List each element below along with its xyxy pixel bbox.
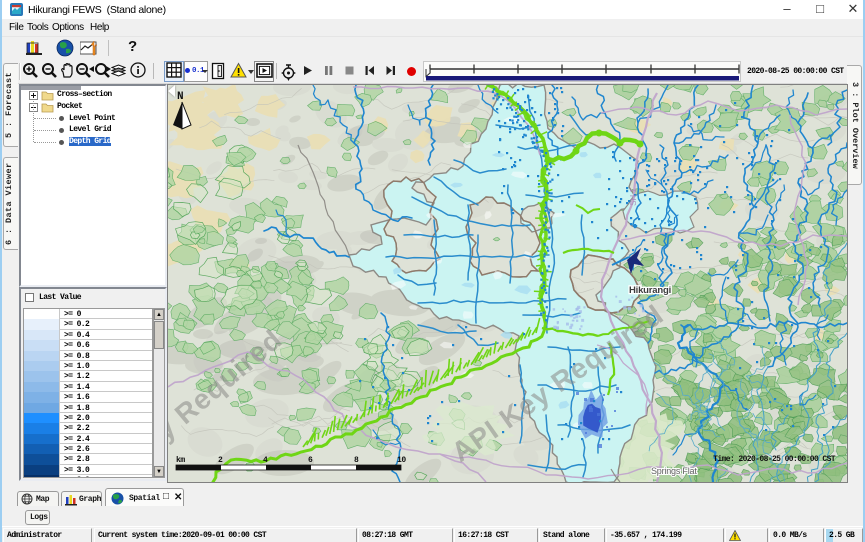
svg-text:km: km [176, 456, 185, 465]
svg-text:SH 1: SH 1 [629, 188, 638, 206]
svg-text:N: N [177, 91, 184, 103]
svg-text:8: 8 [354, 456, 359, 465]
svg-text:Time: 2020-08-25 00:00:00 CST: Time: 2020-08-25 00:00:00 CST [713, 455, 836, 464]
svg-text:Springs Flat: Springs Flat [651, 466, 697, 476]
svg-text:4: 4 [263, 456, 268, 465]
svg-text:6: 6 [308, 456, 313, 465]
svg-text:Hikurangi: Hikurangi [629, 285, 671, 296]
svg-text:2: 2 [218, 456, 223, 465]
svg-text:10: 10 [397, 456, 406, 465]
